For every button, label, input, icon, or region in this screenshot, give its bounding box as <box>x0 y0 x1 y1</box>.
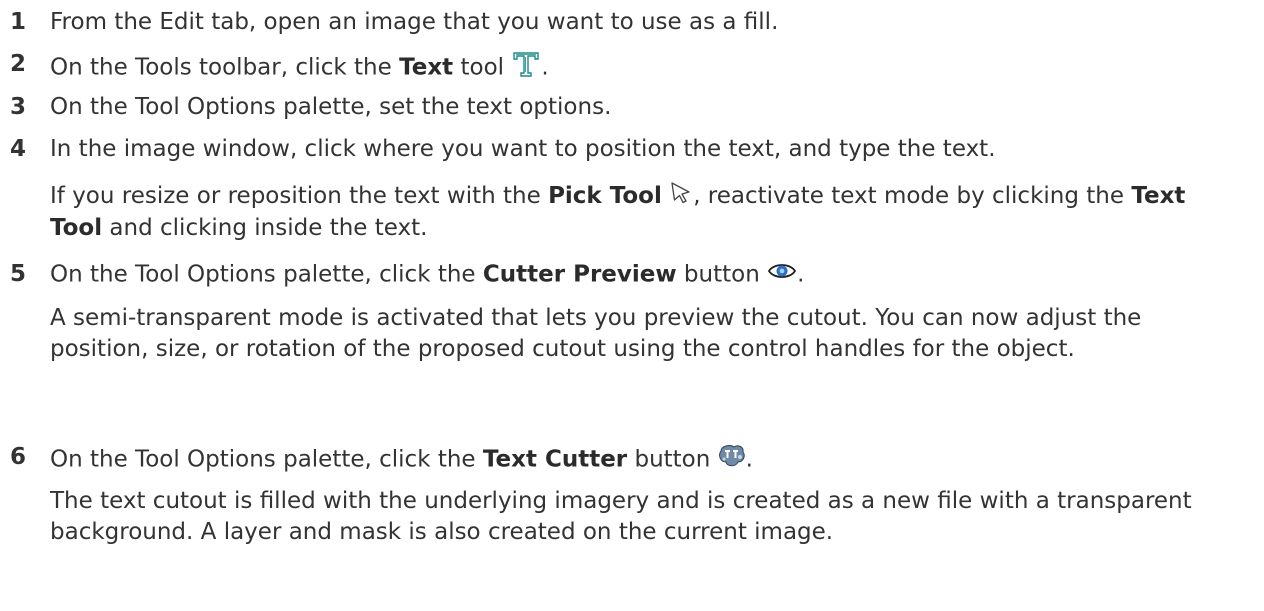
step-text: On the Tool Options palette, click the T… <box>50 443 753 477</box>
step-number: 1 <box>10 9 27 35</box>
eye-icon <box>767 260 797 290</box>
pick-tool-icon <box>669 180 693 213</box>
step-text: On the Tool Options palette, click the C… <box>50 260 804 290</box>
text-cutter-icon <box>718 443 746 477</box>
step-6-note: The text cutout is filled with the under… <box>50 488 1192 545</box>
step-4-note: If you resize or reposition the text wit… <box>50 180 1244 244</box>
step-number: 3 <box>10 94 27 120</box>
step-5-note: A semi-transparent mode is activated tha… <box>50 305 1142 362</box>
ui-term: Text <box>399 54 454 81</box>
ui-term: Text Cutter <box>482 446 628 473</box>
step-text: In the image window, click where you wan… <box>50 136 996 162</box>
step-text: On the Tools toolbar, click the Text too… <box>50 50 549 86</box>
ui-term: Cutter Preview <box>482 261 677 288</box>
step-text: On the Tool Options palette, set the tex… <box>50 94 612 120</box>
ui-term: Pick Tool <box>548 183 662 209</box>
step-text: From the Edit tab, open an image that yo… <box>50 9 779 35</box>
instruction-document: 1 From the Edit tab, open an image that … <box>0 0 1264 611</box>
step-number: 2 <box>10 51 27 77</box>
text-tool-icon <box>511 50 541 86</box>
step-number: 5 <box>10 261 27 287</box>
step-number: 6 <box>10 444 27 470</box>
step-number: 4 <box>10 136 27 162</box>
